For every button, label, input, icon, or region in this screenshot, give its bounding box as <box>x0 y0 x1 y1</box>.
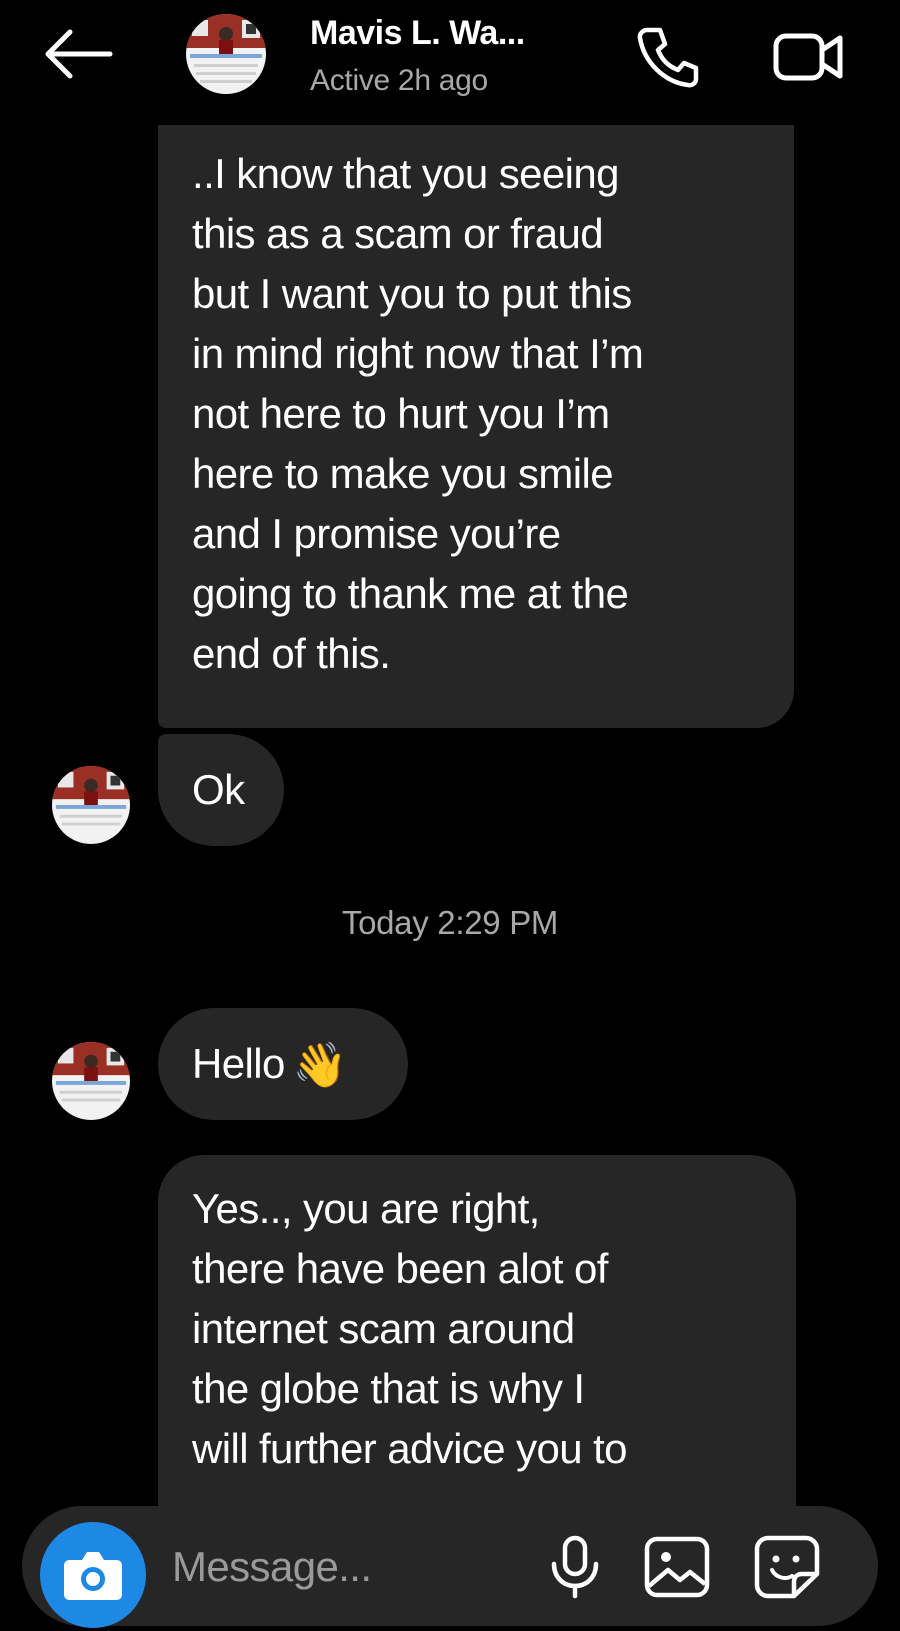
message-line: there have been alot of <box>192 1245 608 1292</box>
message-line: end of this. <box>192 630 391 677</box>
message-line: this as a scam or fraud <box>192 210 604 257</box>
phone-icon <box>637 27 699 88</box>
message-line: will further advice you to <box>192 1425 628 1472</box>
chat-header: Mavis L. Wa... Active 2h ago <box>0 0 900 125</box>
contact-avatar[interactable] <box>186 14 266 94</box>
camera-icon <box>64 1552 122 1600</box>
message-line: and I promise you’re <box>192 510 561 557</box>
microphone-icon <box>551 1535 599 1599</box>
voice-message-button[interactable] <box>542 1534 608 1600</box>
message-line: in mind right now that I’m <box>192 330 644 377</box>
message-line: ..I know that you seeing <box>192 150 619 197</box>
message-text: Ok <box>192 766 245 813</box>
message-line: here to make you smile <box>192 450 614 497</box>
sticker-icon <box>754 1535 820 1599</box>
waving-hand-emoji: 👋 <box>292 1041 348 1090</box>
sender-avatar[interactable] <box>52 1042 130 1120</box>
timestamp-divider: Today 2:29 PM <box>341 904 559 941</box>
message-line: but I want you to put this <box>192 270 632 317</box>
message-composer <box>22 1506 878 1628</box>
message-bubble-2[interactable]: Ok <box>158 734 284 846</box>
back-button[interactable] <box>40 22 120 86</box>
image-icon <box>644 1536 710 1598</box>
camera-button[interactable] <box>40 1522 146 1628</box>
sticker-button[interactable] <box>752 1534 822 1600</box>
message-bubble-1[interactable]: ..I know that you seeing this as a scam … <box>158 120 794 728</box>
message-line: internet scam around <box>192 1305 575 1352</box>
gallery-button[interactable] <box>642 1534 712 1600</box>
message-line: going to thank me at the <box>192 570 629 617</box>
message-input[interactable] <box>170 1536 534 1598</box>
sender-avatar[interactable] <box>52 766 130 844</box>
contact-name[interactable]: Mavis L. Wa... <box>310 14 525 53</box>
message-bubble-3[interactable]: Hello 👋 <box>158 1008 408 1120</box>
message-line: Yes.., you are right, <box>192 1185 540 1232</box>
message-line: the globe that is why I <box>192 1365 585 1412</box>
arrow-left-icon <box>45 29 113 79</box>
message-line: not here to hurt you I’m <box>192 390 610 437</box>
audio-call-button[interactable] <box>632 22 702 92</box>
video-call-button[interactable] <box>772 24 846 90</box>
message-text: Hello <box>192 1040 285 1087</box>
video-camera-icon <box>773 33 843 81</box>
contact-status: Active 2h ago <box>310 64 488 97</box>
